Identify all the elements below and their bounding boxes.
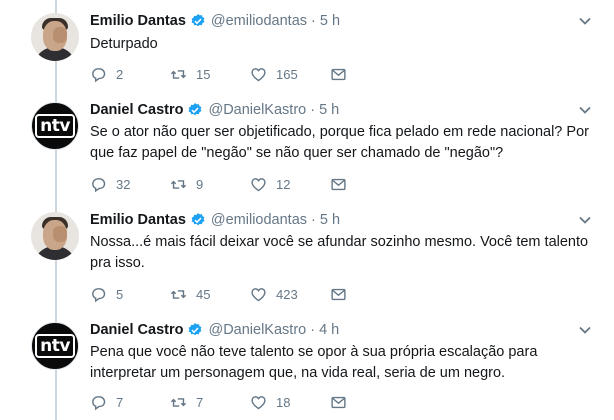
like-count: 423 (276, 286, 298, 302)
chevron-down-icon[interactable] (578, 213, 592, 227)
retweet-icon (170, 397, 187, 407)
retweet-count: 45 (196, 286, 211, 302)
reply-count: 5 (116, 286, 124, 302)
retweet-icon (170, 289, 187, 299)
retweet-count: 7 (196, 394, 204, 410)
retweet-count: 15 (196, 66, 211, 82)
author-handle[interactable]: @DanielKastro (208, 102, 306, 118)
reply-icon (92, 287, 106, 302)
like-button[interactable]: 423 (250, 286, 330, 303)
reply-count: 32 (116, 176, 131, 192)
reply-button[interactable]: 5 (90, 286, 170, 303)
verified-badge-icon (189, 323, 202, 336)
timestamp[interactable]: 5 h (319, 102, 339, 118)
avatar[interactable]: ntv (31, 322, 79, 370)
retweet-icon (170, 179, 187, 189)
verified-badge-icon (189, 103, 202, 116)
reply-icon (92, 395, 106, 410)
direct-message-button[interactable] (330, 176, 360, 193)
retweet-button[interactable]: 15 (170, 66, 250, 83)
heart-icon (251, 395, 266, 409)
reply-button[interactable]: 7 (90, 394, 170, 411)
tweet-text: Se o ator não quer ser objetificado, por… (90, 124, 589, 161)
separator-dot: · (310, 322, 316, 338)
author-handle[interactable]: @emiliodantas (211, 13, 307, 29)
heart-icon (251, 287, 266, 301)
author-handle[interactable]: @DanielKastro (208, 322, 306, 338)
verified-badge-icon (191, 213, 205, 226)
like-count: 165 (276, 66, 298, 82)
direct-message-button[interactable] (330, 394, 360, 411)
heart-icon (251, 177, 266, 191)
avatar[interactable] (31, 13, 79, 61)
tweet-text: Nossa...é mais fácil deixar você se afun… (90, 234, 589, 271)
envelope-icon (331, 178, 346, 190)
heart-icon (251, 67, 266, 81)
author-name[interactable]: Emilio Dantas (90, 13, 186, 29)
like-button[interactable]: 18 (250, 394, 330, 411)
like-button[interactable]: 165 (250, 66, 330, 83)
avatar[interactable] (31, 212, 79, 260)
timestamp[interactable]: 5 h (320, 212, 340, 228)
author-name[interactable]: Daniel Castro (90, 102, 183, 118)
like-button[interactable]: 12 (250, 176, 330, 193)
tweet-text: Deturpado (90, 36, 158, 52)
author-name[interactable]: Emilio Dantas (90, 212, 186, 228)
separator-dot: · (311, 212, 316, 228)
reply-count: 2 (116, 66, 124, 82)
reply-icon (92, 177, 106, 192)
timestamp[interactable]: 4 h (319, 322, 339, 338)
chevron-down-icon[interactable] (578, 14, 592, 28)
verified-badge-icon (191, 14, 205, 27)
separator-dot: · (310, 102, 316, 118)
avatar[interactable]: ntv (31, 102, 79, 150)
direct-message-button[interactable] (330, 286, 360, 303)
timestamp[interactable]: 5 h (320, 13, 340, 29)
reply-count: 7 (116, 394, 124, 410)
like-count: 12 (276, 176, 291, 192)
retweet-count: 9 (196, 176, 204, 192)
reply-button[interactable]: 32 (90, 176, 170, 193)
reply-button[interactable]: 2 (90, 66, 170, 83)
retweet-button[interactable]: 7 (170, 394, 250, 411)
retweet-icon (170, 69, 187, 79)
retweet-button[interactable]: 9 (170, 176, 250, 193)
chevron-down-icon[interactable] (578, 323, 592, 337)
author-name[interactable]: Daniel Castro (90, 322, 183, 338)
retweet-button[interactable]: 45 (170, 286, 250, 303)
direct-message-button[interactable] (330, 66, 360, 83)
envelope-icon (331, 68, 346, 80)
chevron-down-icon[interactable] (578, 103, 592, 117)
tweet-text: Pena que você não teve talento se opor à… (90, 344, 538, 381)
like-count: 18 (276, 394, 291, 410)
separator-dot: · (311, 13, 316, 29)
ntv-logo: ntv (35, 334, 75, 358)
envelope-icon (331, 288, 346, 300)
ntv-logo: ntv (35, 114, 75, 138)
author-handle[interactable]: @emiliodantas (211, 212, 307, 228)
envelope-icon (331, 396, 346, 408)
reply-icon (92, 67, 106, 82)
